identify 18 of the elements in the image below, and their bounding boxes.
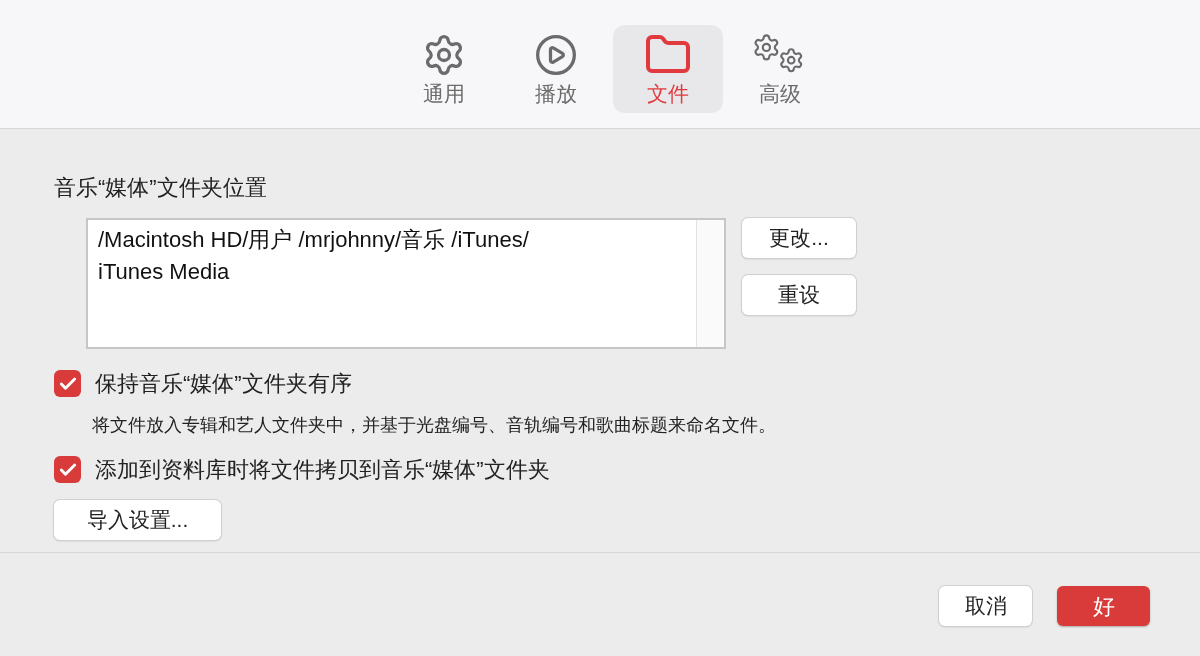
path-text: iTunes Media: [98, 258, 230, 286]
section-label: 音乐“媒体”文件夹位置: [54, 174, 268, 202]
play-icon: [534, 33, 578, 77]
checkbox[interactable]: [54, 456, 81, 483]
folder-action-button[interactable]: 更改...: [742, 218, 856, 258]
cancel-button[interactable]: 取消: [939, 586, 1032, 626]
checkbox[interactable]: [54, 370, 81, 397]
option-description: 将文件放入专辑和艺人文件夹中，并基于光盘编号、音轨编号和歌曲标题来命名文件。: [92, 414, 777, 437]
toolbar-tab[interactable]: 高级: [725, 25, 835, 113]
toolbar-tab[interactable]: 文件: [613, 25, 723, 113]
folder-action-button[interactable]: 重设: [742, 275, 856, 315]
import-settings-button[interactable]: 导入设置...: [54, 500, 221, 540]
toolbar-tab[interactable]: 播放: [501, 25, 611, 113]
path-text: /Macintosh HD/用户 /mrjohnny/音乐 /iTunes/: [98, 226, 529, 254]
checkbox-label: 保持音乐“媒体”文件夹有序: [95, 370, 352, 398]
checkbox-label: 添加到资料库时将文件拷贝到音乐“媒体”文件夹: [95, 456, 550, 484]
toolbar-tab[interactable]: 通用: [389, 25, 499, 113]
ok-button[interactable]: 好: [1057, 586, 1150, 626]
